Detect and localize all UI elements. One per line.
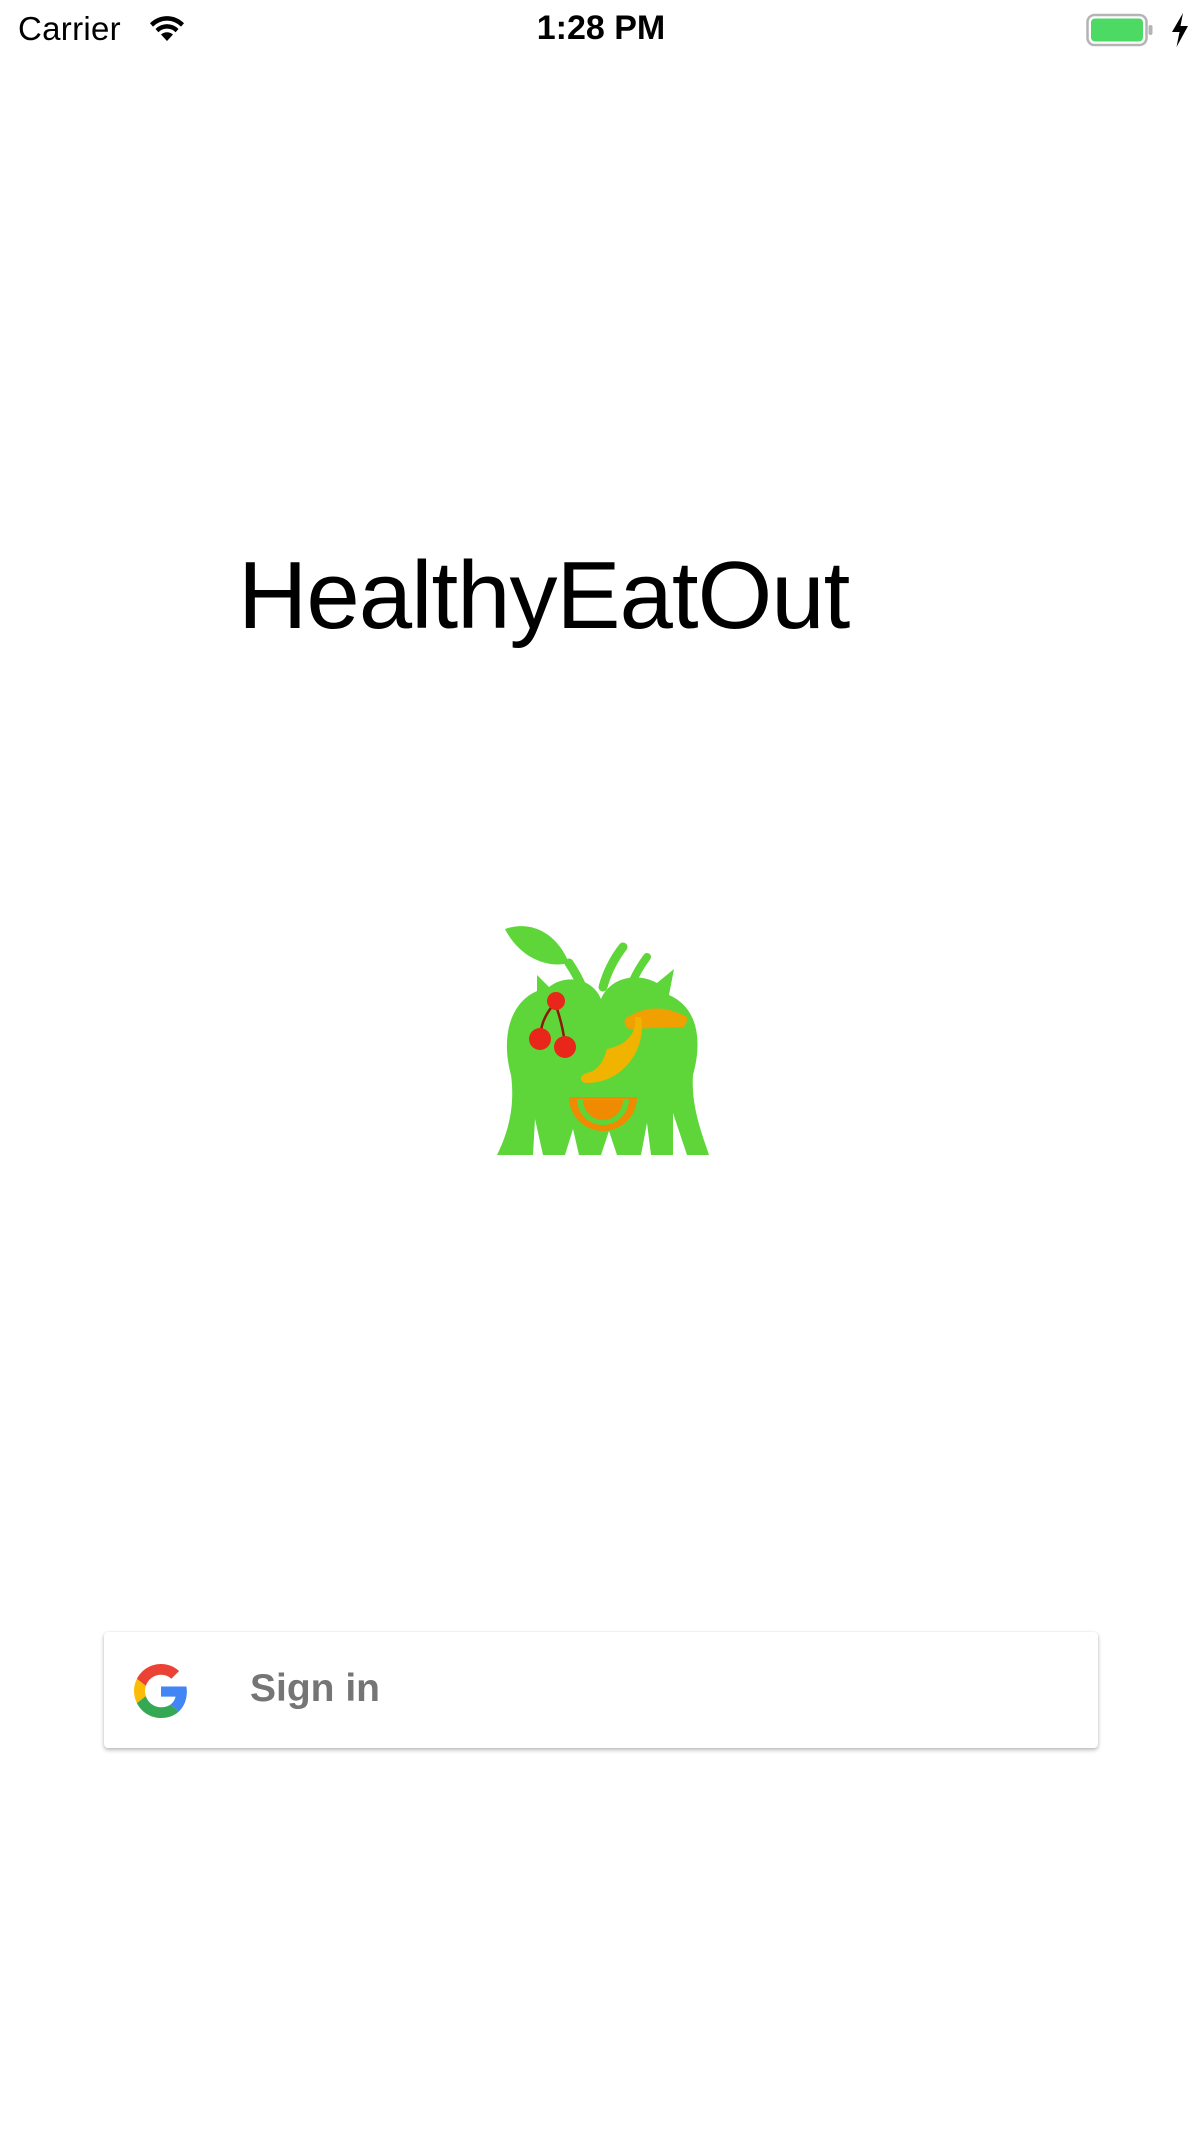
status-bar: Carrier 1:28 PM <box>0 0 1202 60</box>
google-icon <box>134 1664 187 1718</box>
fruit-apple-logo <box>497 926 709 1155</box>
status-time: 1:28 PM <box>536 9 666 47</box>
signin-label: Sign in <box>250 1667 380 1710</box>
app-title: HealthyEatOut <box>238 542 850 649</box>
charging-bolt-icon <box>1172 13 1188 47</box>
google-signin-button[interactable]: Sign in <box>104 1632 1098 1748</box>
battery-icon <box>1086 13 1153 47</box>
